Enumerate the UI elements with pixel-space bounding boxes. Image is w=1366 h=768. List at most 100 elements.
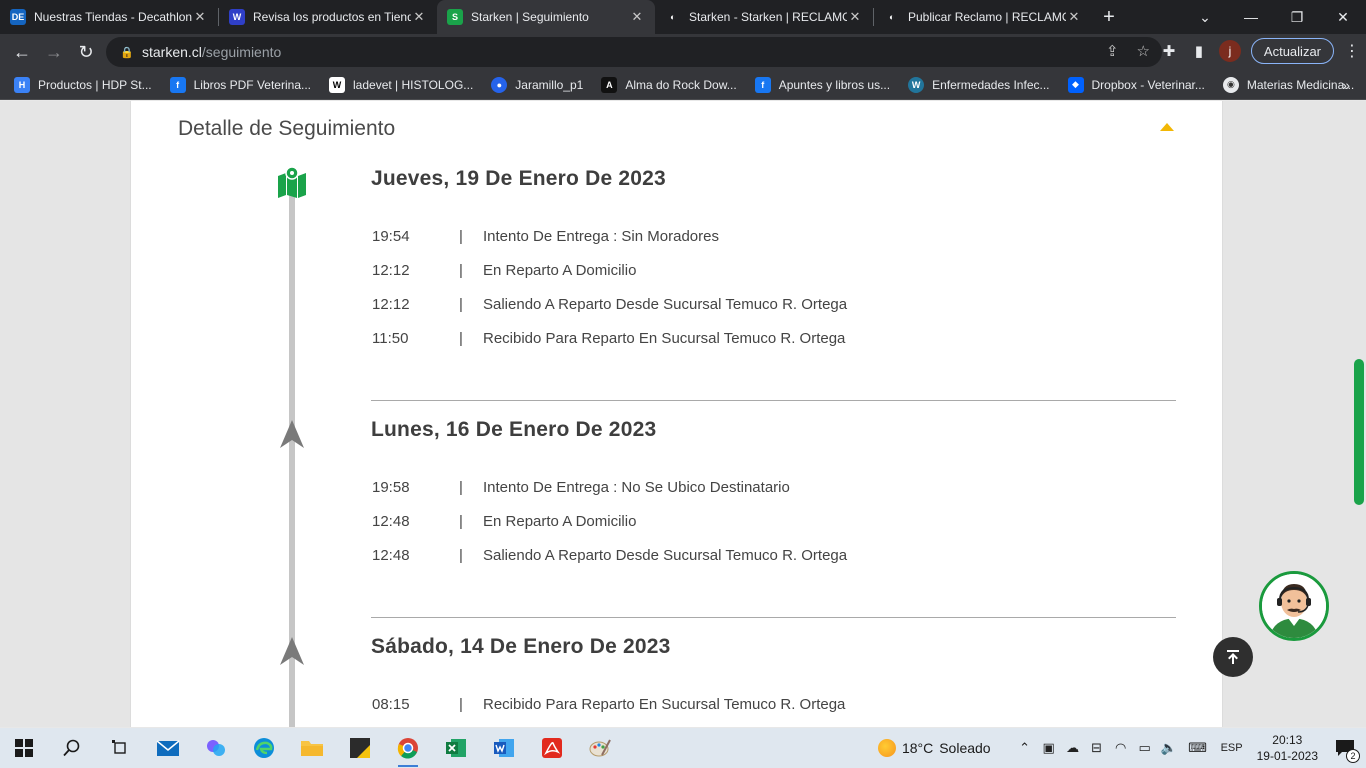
word-icon[interactable] [480, 728, 528, 768]
event-time: 08:15 [372, 696, 410, 713]
close-icon[interactable]: ✕ [1066, 9, 1082, 25]
copilot-icon[interactable] [192, 728, 240, 768]
window-close-icon[interactable]: ✕ [1320, 0, 1366, 34]
event-description: Intento De Entrega : No Se Ubico Destina… [483, 479, 790, 496]
mail-icon[interactable] [144, 728, 192, 768]
bookmark-label: Productos | HDP St... [38, 77, 152, 92]
tab-title: Starken - Starken | RECLAMOS [689, 10, 847, 24]
bookmark-item[interactable]: f Apuntes y libros us... [754, 76, 891, 93]
side-panel-icon[interactable]: ▮ [1189, 41, 1209, 61]
event-separator: | [459, 330, 463, 347]
decathlon-favicon-icon: DE [10, 9, 26, 25]
dropbox-icon: ◆ [1067, 76, 1084, 93]
collapse-caret-icon[interactable] [1160, 123, 1174, 131]
close-icon[interactable]: ✕ [629, 9, 645, 25]
close-icon[interactable]: ✕ [411, 9, 427, 25]
keyboard-icon[interactable]: ⌨ [1181, 740, 1215, 756]
tab-search-chevron-icon[interactable]: ⌄ [1182, 0, 1228, 34]
address-bar[interactable]: 🔒 starken.cl/seguimiento ⇪ ☆ [106, 37, 1162, 67]
bookmark-item[interactable]: ◆ Dropbox - Veterinar... [1067, 76, 1205, 93]
event-time: 11:50 [372, 330, 409, 347]
event-separator: | [459, 296, 463, 313]
bookmark-item[interactable]: ◉ Materias Medicina... [1222, 76, 1355, 93]
bookmark-star-icon[interactable]: ☆ [1137, 42, 1150, 60]
wordpress-icon: W [908, 76, 925, 93]
clock[interactable]: 20:13 19-01-2023 [1257, 732, 1318, 764]
globe-icon: ● [491, 76, 508, 93]
reload-icon[interactable]: ↻ [70, 36, 102, 68]
bookmark-label: ladevet | HISTOLOG... [353, 77, 474, 92]
chrome-icon: ◉ [1222, 76, 1239, 93]
back-arrow-icon[interactable]: ← [6, 36, 38, 68]
acrobat-icon[interactable] [528, 728, 576, 768]
edge-browser-icon[interactable] [240, 728, 288, 768]
weather-widget[interactable]: 18°C Soleado [877, 739, 991, 757]
tab-decathlon[interactable]: DE Nuestras Tiendas - Decathlon ✕ [0, 0, 218, 34]
forward-arrow-icon[interactable]: → [38, 36, 70, 68]
bookmark-label: Dropbox - Veterinar... [1091, 77, 1205, 92]
new-tab-plus-icon[interactable]: + [1092, 0, 1126, 34]
bookmark-label: Apuntes y libros us... [778, 77, 891, 92]
bookmark-item[interactable]: A Alma do Rock Dow... [601, 76, 737, 93]
event-description: Recibido Para Reparto En Sucursal Temuco… [483, 330, 846, 347]
volume-icon[interactable]: 🔈 [1157, 740, 1181, 756]
bookmark-label: Jaramillo_p1 [515, 77, 584, 92]
onedrive-cloud-icon[interactable]: ☁ [1061, 740, 1085, 756]
arrow-up-bar-icon [1227, 650, 1239, 664]
update-button[interactable]: Actualizar [1250, 38, 1334, 64]
menu-kebab-icon[interactable]: ⋮ [1344, 41, 1360, 61]
bookmark-item[interactable]: f Libros PDF Veterina... [169, 76, 311, 93]
tab-revisa-productos[interactable]: W Revisa los productos en Tiendas ✕ [219, 0, 437, 34]
extensions-puzzle-icon[interactable]: ✚ [1159, 41, 1179, 61]
file-explorer-icon[interactable] [288, 728, 336, 768]
bookmark-item[interactable]: H Productos | HDP St... [14, 76, 152, 93]
bookmark-item[interactable]: W Enfermedades Infec... [908, 76, 1050, 93]
reclamos-favicon-icon: ◐ [884, 9, 900, 25]
wifi-icon[interactable]: ◠ [1109, 740, 1133, 756]
bookmark-label: Enfermedades Infec... [932, 77, 1050, 92]
windows-start-icon[interactable] [0, 728, 48, 768]
tab-title: Nuestras Tiendas - Decathlon [34, 10, 192, 24]
lock-icon[interactable]: 🔒 [120, 46, 134, 59]
scrollbar-thumb[interactable] [1354, 359, 1364, 505]
share-icon[interactable]: ⇪ [1106, 42, 1119, 60]
task-view-icon[interactable] [96, 728, 144, 768]
notification-center-icon[interactable]: 2 [1332, 735, 1360, 763]
tracking-event: 11:50 | Recibido Para Reparto En Sucursal … [372, 330, 845, 347]
tab-title: Revisa los productos en Tiendas [253, 10, 411, 24]
timeline-arrow-up-icon [280, 420, 304, 448]
restore-icon[interactable]: ❐ [1274, 0, 1320, 34]
paint-icon[interactable] [576, 728, 624, 768]
bookmark-item[interactable]: ● Jaramillo_p1 [491, 76, 584, 93]
page-scrollbar[interactable] [1352, 101, 1366, 727]
event-time: 12:12 [372, 262, 410, 279]
support-agent-avatar-button[interactable] [1259, 571, 1329, 641]
windows-taskbar: 18°C Soleado ⌃ ▣ ☁ ⊟ ◠ ▭ 🔈 ⌨ ESP 20:13 1… [0, 728, 1366, 768]
scroll-to-top-button[interactable] [1213, 637, 1253, 677]
network-display-icon[interactable]: ⊟ [1085, 740, 1109, 756]
site-favicon-icon: W [229, 9, 245, 25]
chrome-taskbar-icon[interactable] [384, 728, 432, 768]
close-icon[interactable]: ✕ [847, 9, 863, 25]
input-language[interactable]: ESP [1215, 742, 1249, 754]
bookmarks-overflow-icon[interactable]: » [1342, 77, 1350, 93]
battery-icon[interactable]: ▭ [1133, 740, 1157, 756]
window-controls: ⌄ — ❐ ✕ [1182, 0, 1366, 34]
minimize-icon[interactable]: — [1228, 0, 1274, 34]
tab-starken-reclamos[interactable]: ◐ Starken - Starken | RECLAMOS ✕ [655, 0, 873, 34]
weather-temp: 18°C [901, 740, 934, 756]
chevron-up-icon[interactable]: ⌃ [1013, 740, 1037, 756]
excel-icon[interactable] [432, 728, 480, 768]
profile-avatar[interactable]: j [1218, 40, 1241, 62]
bookmark-label: Materias Medicina... [1246, 77, 1355, 92]
tracking-event: 08:15 | Recibido Para Reparto En Sucursal … [372, 696, 845, 713]
bookmark-item[interactable]: Wladevet | HISTOLOG... [329, 76, 474, 93]
tab-starken-seguimiento[interactable]: S Starken | Seguimiento ✕ [437, 0, 655, 34]
tracking-event: 19:58 | Intento De Entrega : No Se Ubico D… [372, 479, 790, 496]
close-icon[interactable]: ✕ [192, 9, 208, 25]
alma-rock-icon: A [601, 76, 618, 93]
usb-device-icon[interactable]: ▣ [1037, 740, 1061, 756]
sticky-notes-icon[interactable] [336, 728, 384, 768]
search-icon[interactable] [48, 728, 96, 768]
tab-publicar-reclamo[interactable]: ◐ Publicar Reclamo | RECLAMOS ✕ [874, 0, 1092, 34]
